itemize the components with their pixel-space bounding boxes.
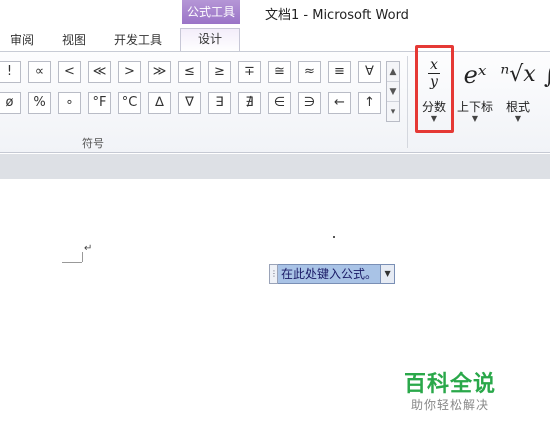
ribbon-tab-bar: 审阅 视图 开发工具 设计 (0, 26, 550, 52)
script-button[interactable]: eˣ 上下标 ▼ (456, 58, 494, 130)
script-icon: eˣ (463, 61, 487, 89)
equation-move-handle[interactable]: ⋮ (269, 264, 278, 284)
chevron-down-icon[interactable]: ▼ (381, 264, 396, 284)
scroll-down-icon[interactable]: ▼ (387, 82, 399, 102)
symbols-group-label: 符号 (82, 137, 104, 150)
window-title: 文档1 - Microsoft Word (265, 8, 409, 23)
symbol-button[interactable]: ≤ (178, 61, 201, 83)
symbol-button[interactable]: ≅ (268, 61, 291, 83)
cursor-dot (333, 236, 335, 238)
group-divider (407, 56, 408, 148)
symbol-button[interactable]: ∆ (148, 92, 171, 114)
ruler-strip (0, 154, 550, 179)
radical-label: 根式 (505, 100, 530, 114)
symbol-button[interactable]: ∈ (268, 92, 291, 114)
chevron-down-icon: ▼ (471, 114, 479, 123)
symbol-button[interactable]: ∝ (28, 61, 51, 83)
equation-placeholder[interactable]: ⋮ 在此处键入公式。 ▼ (269, 264, 396, 284)
symbol-button[interactable]: ≪ (88, 61, 111, 83)
margin-corner-mark (82, 252, 83, 262)
fraction-highlight-box (415, 45, 454, 133)
integral-icon: ∫ (544, 64, 550, 89)
symbol-button[interactable]: ∓ (238, 61, 261, 83)
symbol-button[interactable]: ≈ (298, 61, 321, 83)
symbol-button[interactable]: > (118, 61, 141, 83)
symbol-button[interactable]: ≡ (328, 61, 351, 83)
radical-button[interactable]: ⁿ√x 根式 ▼ (499, 58, 537, 130)
tab-view[interactable]: 视图 (62, 30, 86, 52)
symbol-button[interactable]: °F (88, 92, 111, 114)
tab-developer[interactable]: 开发工具 (114, 30, 162, 52)
integral-button[interactable]: ∫ (542, 58, 550, 130)
symbol-button[interactable]: ↑ (358, 92, 381, 114)
equation-text[interactable]: 在此处键入公式。 (278, 264, 382, 284)
radical-icon: ⁿ√x (500, 62, 536, 87)
tab-design[interactable]: 设计 (180, 28, 240, 52)
equation-tools-context-label: 公式工具 (182, 0, 240, 24)
script-label: 上下标 (456, 100, 493, 114)
symbol-button[interactable]: % (28, 92, 51, 114)
symbol-button[interactable]: ∃ (208, 92, 231, 114)
symbol-button[interactable]: °C (118, 92, 141, 114)
margin-corner-mark (62, 262, 82, 263)
symbol-button[interactable]: ∇ (178, 92, 201, 114)
symbol-button[interactable]: ≥ (208, 61, 231, 83)
watermark-logo: 百科全说 (404, 372, 497, 397)
scroll-up-icon[interactable]: ▲ (387, 62, 399, 82)
symbol-button[interactable]: ! (0, 61, 21, 83)
gallery-scroller[interactable]: ▲ ▼ ▾ (386, 61, 400, 122)
symbol-button[interactable]: ∘ (58, 92, 81, 114)
symbol-button[interactable]: ∄ (238, 92, 261, 114)
ribbon: ! ∝ < ≪ > ≫ ≤ ≥ ∓ ≅ ≈ ≡ ∀ ø % ∘ °F °C ∆ … (0, 51, 550, 153)
paragraph-mark: ↵ (84, 243, 93, 254)
watermark-subtitle: 助你轻松解决 (411, 398, 490, 412)
tab-review[interactable]: 审阅 (10, 30, 34, 52)
symbol-button[interactable]: ∀ (358, 61, 381, 83)
chevron-down-icon: ▼ (514, 114, 522, 123)
title-bar: 公式工具 文档1 - Microsoft Word (0, 0, 550, 26)
symbol-button[interactable]: < (58, 61, 81, 83)
symbol-button[interactable]: ∋ (298, 92, 321, 114)
gallery-more-icon[interactable]: ▾ (387, 102, 399, 122)
symbol-button[interactable]: ≫ (148, 61, 171, 83)
symbol-button[interactable]: ← (328, 92, 351, 114)
symbol-button[interactable]: ø (0, 92, 21, 114)
